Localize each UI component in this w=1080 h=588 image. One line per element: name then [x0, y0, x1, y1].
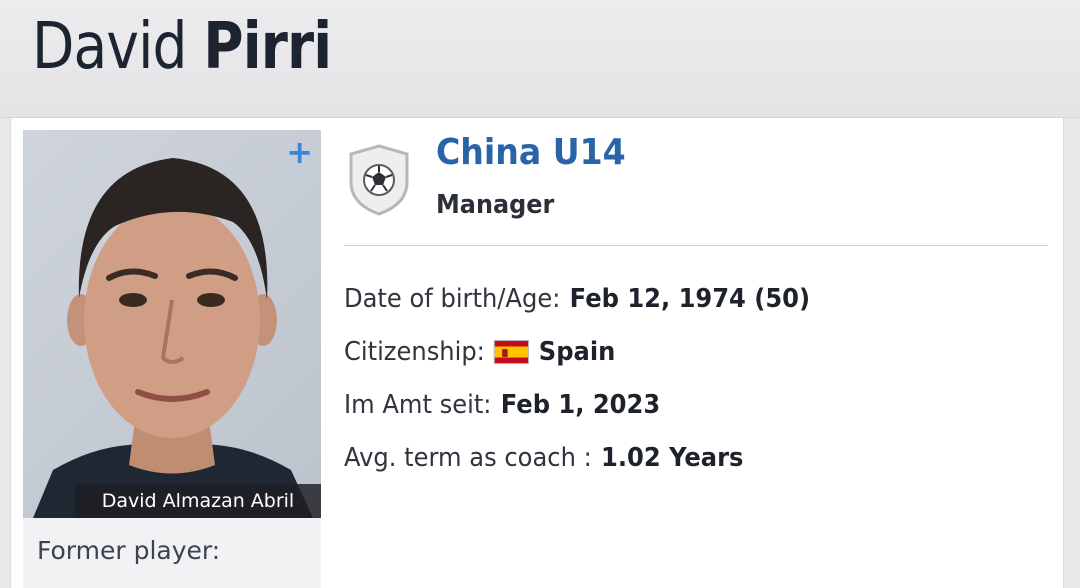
info-row-dob: Date of birth/Age: Feb 12, 1974 (50): [344, 272, 995, 325]
spain-flag-icon: [494, 339, 530, 364]
info-list: Date of birth/Age: Feb 12, 1974 (50) Cit…: [344, 272, 1044, 484]
profile-photo[interactable]: + David Almazan Abril: [23, 130, 321, 518]
portrait-image: [33, 158, 313, 518]
info-row-citizenship: Citizenship: Spain: [344, 325, 995, 378]
citizenship-label: Citizenship:: [344, 336, 485, 367]
photo-caption: David Almazan Abril: [75, 484, 321, 518]
football-crest-icon[interactable]: [347, 144, 411, 216]
info-row-appointed: Im Amt seit: Feb 1, 2023: [344, 378, 995, 431]
club-role: Manager: [436, 190, 555, 220]
divider: [344, 245, 1048, 246]
info-row-term: Avg. term as coach : 1.02 Years: [344, 431, 995, 484]
add-photo-icon[interactable]: +: [286, 136, 313, 168]
photo-column: + David Almazan Abril Former player:: [23, 130, 321, 588]
former-player-label: Former player:: [37, 536, 221, 565]
term-value: 1.02 Years: [601, 442, 744, 473]
appointed-label: Im Amt seit:: [344, 389, 492, 420]
club-link[interactable]: China U14: [436, 132, 626, 173]
flag-emblem: [502, 348, 509, 357]
citizenship-value[interactable]: Spain: [539, 337, 616, 367]
dob-value: Feb 12, 1974 (50): [569, 283, 811, 314]
last-name: Pirri: [203, 10, 332, 84]
profile-card: + David Almazan Abril Former player: Chi…: [10, 118, 1064, 588]
page-header: David Pirri: [0, 0, 1080, 118]
page-title: David Pirri: [32, 10, 332, 84]
first-name: David: [32, 10, 187, 84]
appointed-value: Feb 1, 2023: [500, 389, 661, 420]
dob-label: Date of birth/Age:: [344, 283, 561, 314]
term-label: Avg. term as coach :: [344, 442, 592, 473]
